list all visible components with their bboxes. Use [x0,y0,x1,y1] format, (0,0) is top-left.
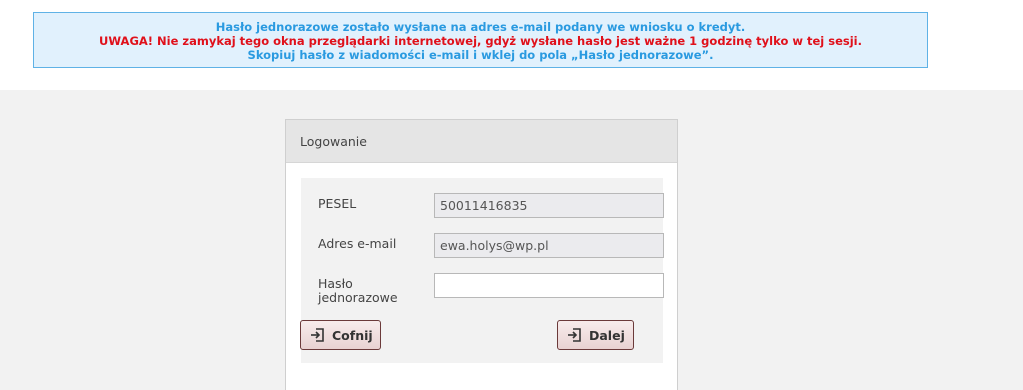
otp-label-line1: Hasło [318,276,353,291]
back-button[interactable]: Cofnij [300,320,381,350]
otp-label: Hasło jednorazowe [318,277,398,305]
otp-password-field[interactable] [434,273,664,298]
pesel-field[interactable] [434,193,664,218]
pesel-label: PESEL [318,196,357,211]
notice-copy-instruction-text: Skopiuj hasło z wiadomości e-mail i wkle… [247,48,714,62]
otp-label-line2: jednorazowe [318,290,398,305]
sign-in-icon [309,327,325,343]
otp-info-banner: Hasło jednorazowe zostało wysłane na adr… [33,12,928,68]
email-label: Adres e-mail [318,236,397,251]
login-form: PESEL Adres e-mail Hasło jednorazowe Cof… [300,178,664,363]
notice-sent-text: Hasło jednorazowe zostało wysłane na adr… [215,20,746,34]
notice-warning-text: UWAGA! Nie zamykaj tego okna przeglądark… [99,34,862,48]
next-button[interactable]: Dalej [557,320,634,350]
sign-in-icon [566,327,582,343]
next-button-label: Dalej [589,327,625,343]
back-button-label: Cofnij [332,327,373,343]
login-panel-title: Logowanie [286,120,677,163]
login-panel: Logowanie PESEL Adres e-mail Hasło jedno… [285,119,678,390]
email-field[interactable] [434,233,664,258]
